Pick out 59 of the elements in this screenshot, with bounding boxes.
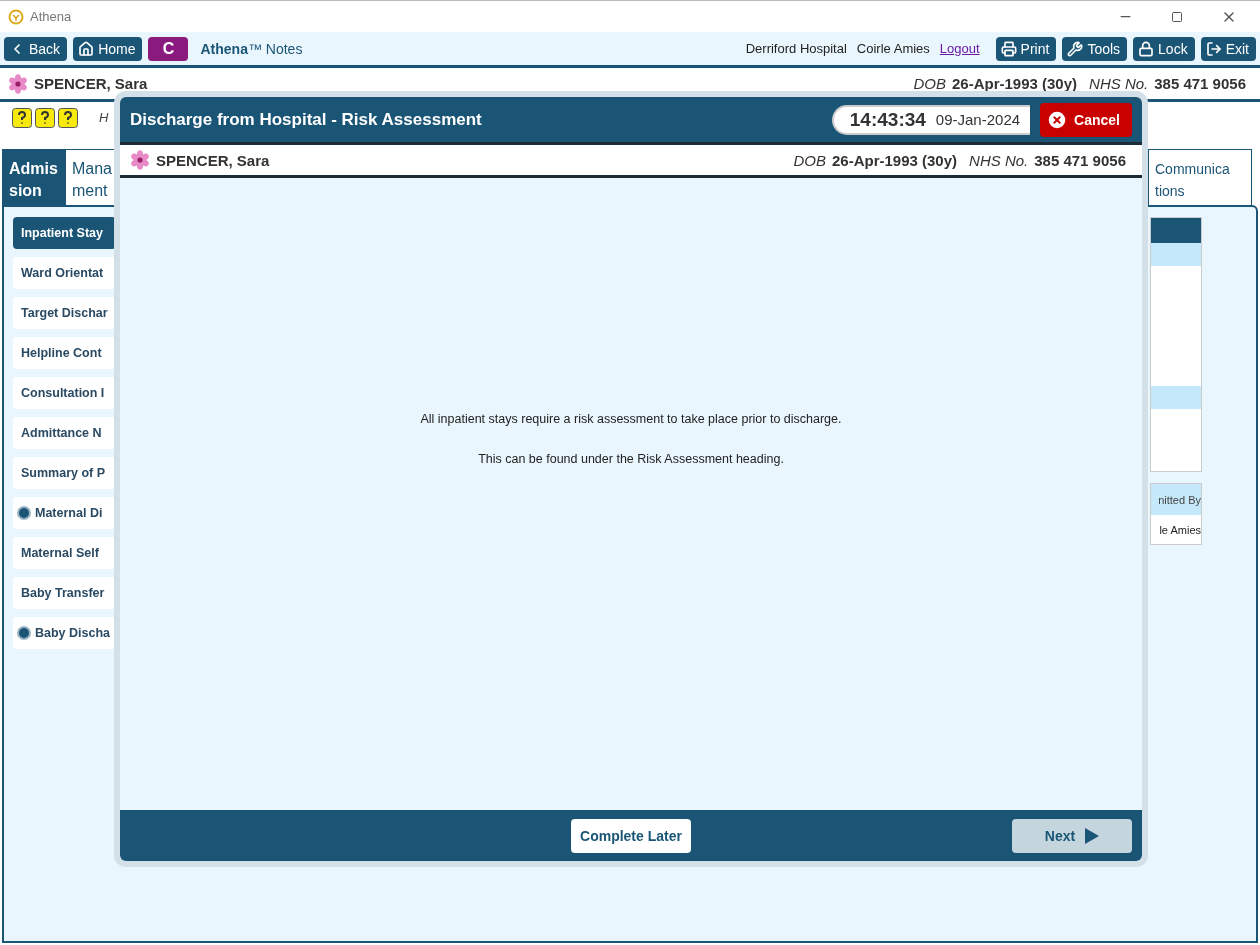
sidebar-item[interactable]: Maternal Di: [13, 497, 116, 529]
app-badge[interactable]: C: [148, 36, 189, 61]
message-text: All inpatient stays require a risk assessment to take place prior to discharge.: [420, 412, 842, 426]
toolbar-button[interactable]: Print: [995, 36, 1057, 61]
section-tab[interactable]: Admis sion: [2, 149, 65, 205]
close-circle-icon: [1046, 108, 1069, 131]
sidebar-item[interactable]: Admittance N: [13, 417, 116, 449]
alert-text: H: [99, 110, 109, 125]
message-text: This can be found under the Risk Assessment heading.: [478, 452, 784, 466]
app-name: Athena™ Notes: [200, 40, 304, 57]
sidebar-item[interactable]: Summary of P: [13, 457, 116, 489]
column-header: nitted By: [1151, 484, 1201, 515]
sidebar-item[interactable]: Helpline Cont: [13, 337, 116, 369]
date-text: 09-Jan-2024: [935, 111, 1021, 128]
maximize-icon[interactable]: [1171, 10, 1183, 23]
sidebar-item[interactable]: Baby Discha: [13, 617, 116, 649]
sidebar-item[interactable]: Baby Transfer: [13, 577, 116, 609]
question-alert-icon[interactable]: [58, 108, 78, 128]
patient-name: SPENCER, Sara: [156, 151, 271, 169]
exit-icon: [1205, 40, 1222, 57]
toolbar-button[interactable]: Lock: [1133, 36, 1195, 61]
toolbar-button[interactable]: Tools: [1062, 36, 1128, 61]
nhs-label: NHS No.: [969, 151, 1029, 169]
dialog-title: Discharge from Hospital - Risk Assessment: [130, 109, 483, 130]
cancel-button[interactable]: Cancel: [1040, 102, 1132, 137]
dob-value: 26-Apr-1993 (30y): [832, 151, 958, 169]
sidebar-item[interactable]: Ward Orientat: [13, 257, 116, 289]
status-dot: [17, 506, 31, 520]
logout-link[interactable]: Logout: [939, 41, 980, 56]
printer-icon: [1000, 40, 1017, 57]
table-cell: le Amies: [1151, 515, 1201, 544]
window-title: Athena: [30, 9, 73, 24]
wrench-icon: [1067, 40, 1084, 57]
status-dot: [17, 626, 31, 640]
nhs-number: 385 471 9056: [1034, 151, 1126, 169]
nav-button[interactable]: Home: [73, 36, 143, 61]
home-icon: [78, 40, 95, 57]
complete-later-button[interactable]: Complete Later: [571, 818, 691, 853]
flower-icon: [130, 150, 150, 170]
play-arrow-icon: [1085, 827, 1100, 844]
dob-label: DOB: [913, 75, 946, 92]
app-logo-icon: [8, 8, 24, 25]
toolbar-button[interactable]: Exit: [1200, 36, 1256, 61]
sidebar-item[interactable]: Inpatient Stay: [13, 217, 116, 249]
user-name: Coirle Amies: [856, 41, 930, 56]
patient-name: SPENCER, Sara: [34, 75, 149, 92]
sidebar-item[interactable]: Consultation I: [13, 377, 116, 409]
nav-button[interactable]: Back: [4, 36, 68, 61]
dob-value: 26-Apr-1993 (30y): [952, 75, 1078, 92]
dob-label: DOB: [793, 151, 826, 169]
sidebar-item[interactable]: Maternal Self: [13, 537, 116, 569]
lock-icon: [1138, 40, 1155, 57]
section-tab[interactable]: Communica tions: [1148, 149, 1252, 205]
nhs-label: NHS No.: [1089, 75, 1149, 92]
sidebar-item[interactable]: Target Dischar: [13, 297, 116, 329]
nhs-number: 385 471 9056: [1154, 75, 1246, 92]
hospital-name: Derriford Hospital: [745, 41, 847, 56]
time-text: 14:43:34: [849, 108, 926, 131]
flower-icon: [8, 73, 28, 94]
